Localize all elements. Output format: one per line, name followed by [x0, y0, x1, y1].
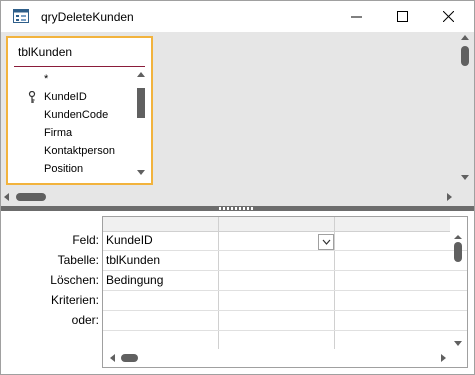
field-item[interactable]: Firma — [14, 124, 132, 142]
table-header-divider — [14, 66, 145, 67]
close-icon — [442, 11, 454, 22]
minimize-icon — [350, 16, 362, 18]
grid-horizontal-scrollbar[interactable] — [103, 350, 467, 366]
table-name[interactable]: tblKunden — [18, 45, 72, 59]
upper-vertical-scrollbar[interactable] — [456, 32, 474, 185]
field-label: Position — [44, 163, 84, 175]
row-label-criteria: Kriterien: — [50, 293, 99, 307]
row-label-or: oder: — [71, 313, 99, 327]
field-item[interactable]: KundeID — [14, 88, 132, 106]
chevron-down-icon — [322, 239, 330, 245]
delete-cell[interactable]: Bedingung — [103, 270, 216, 290]
table-field-list[interactable]: tblKunden * KundeID KundenCode Firma Kon… — [6, 36, 153, 185]
splitter-grip[interactable] — [219, 207, 255, 210]
title-bar: qryDeleteKunden — [1, 1, 474, 32]
field-dropdown-button[interactable] — [318, 234, 334, 250]
primary-key-icon — [28, 91, 36, 103]
field-item[interactable]: Kontaktperson — [14, 142, 132, 160]
row-divider — [103, 290, 467, 291]
window-title: qryDeleteKunden — [41, 10, 134, 24]
maximize-icon — [396, 11, 408, 22]
table-pane[interactable]: tblKunden * KundeID KundenCode Firma Kon… — [1, 32, 474, 206]
query-icon — [13, 9, 29, 23]
field-label: Firma — [44, 127, 73, 139]
field-item[interactable]: * — [14, 70, 132, 88]
query-design-window: qryDeleteKunden tblKunden * KundeID Kund… — [0, 0, 475, 375]
field-cell[interactable]: KundeID — [103, 230, 216, 250]
query-design-grid[interactable]: KundeID tblKunden Bedingung — [102, 216, 468, 368]
row-divider — [103, 310, 467, 311]
design-grid-pane: Feld: Tabelle: Löschen: Kriterien: oder:… — [1, 211, 474, 374]
grid-vertical-scrollbar[interactable] — [450, 233, 466, 349]
row-label-field: Feld: — [72, 233, 99, 247]
field-item[interactable]: Position — [14, 160, 132, 178]
close-button[interactable] — [425, 1, 471, 32]
field-item[interactable]: KundenCode — [14, 106, 132, 124]
maximize-button[interactable] — [379, 1, 425, 32]
field-list-scrollbar[interactable] — [136, 70, 146, 177]
minimize-button[interactable] — [333, 1, 379, 32]
row-divider — [103, 330, 467, 331]
upper-horizontal-scrollbar[interactable] — [1, 189, 456, 206]
field-label: KundenCode — [44, 109, 109, 121]
field-list: * KundeID KundenCode Firma Kontaktperson… — [14, 70, 132, 178]
row-labels: Feld: Tabelle: Löschen: Kriterien: oder: — [1, 230, 99, 330]
field-label: KundeID — [44, 91, 87, 103]
table-cell[interactable]: tblKunden — [103, 250, 216, 270]
field-label: Kontaktperson — [44, 145, 115, 157]
row-label-delete: Löschen: — [50, 273, 99, 287]
row-label-table: Tabelle: — [57, 253, 99, 267]
field-label: * — [44, 73, 49, 85]
